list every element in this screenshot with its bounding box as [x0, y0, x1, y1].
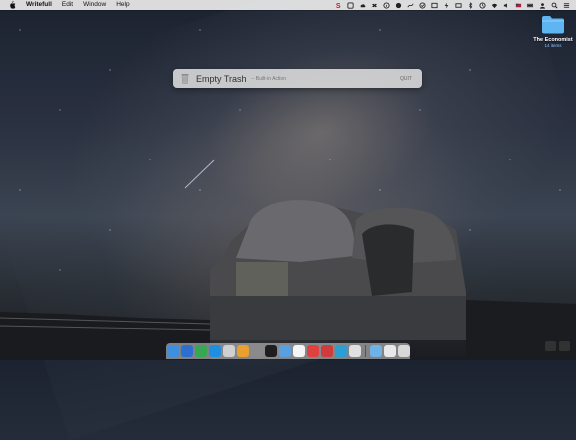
bluetooth-icon[interactable] [467, 1, 474, 9]
app-menu-writefull[interactable]: Writefull [26, 0, 52, 10]
launcher-result-title: Empty Trash [196, 73, 247, 84]
notification-center-icon[interactable] [563, 2, 570, 9]
itunes-icon[interactable] [320, 345, 333, 357]
preferences-icon[interactable] [250, 345, 263, 357]
svg-text:S: S [336, 3, 341, 9]
writefull-icon[interactable] [348, 345, 361, 357]
apple-menu-icon[interactable] [8, 1, 16, 9]
launcher-hint: QUIT [400, 75, 412, 82]
volume-icon[interactable] [503, 2, 510, 9]
trash-dock-icon[interactable] [397, 345, 410, 357]
copy-icon[interactable] [347, 1, 354, 9]
app-store-icon[interactable] [180, 345, 193, 357]
status-icons: S [335, 0, 576, 10]
person-icon[interactable] [559, 341, 570, 351]
launcher-search-bar[interactable]: Empty Trash – Built-in Action QUIT [173, 69, 422, 88]
sublime-icon[interactable] [278, 345, 291, 357]
user-icon[interactable] [539, 2, 546, 9]
dock-separator [364, 345, 366, 357]
menu-edit[interactable]: Edit [62, 0, 73, 10]
terminal-icon[interactable] [264, 345, 277, 357]
messages-icon[interactable] [194, 345, 207, 357]
s-app-icon[interactable]: S [335, 2, 342, 9]
flag-icon[interactable] [515, 2, 522, 9]
corner-controls [545, 341, 570, 351]
cloud-icon[interactable] [359, 2, 366, 9]
wifi-icon[interactable] [491, 2, 498, 9]
time-machine-icon[interactable] [479, 1, 486, 9]
check-circle-icon[interactable] [419, 1, 426, 9]
search-icon[interactable] [551, 2, 558, 9]
menu-help[interactable]: Help [116, 0, 129, 10]
dropbox-icon[interactable] [371, 2, 378, 9]
desktop-folder[interactable]: The Economist 14 items [530, 14, 576, 48]
image-icon[interactable] [431, 2, 438, 9]
script-icon[interactable] [407, 2, 414, 9]
menu-window[interactable]: Window [83, 0, 106, 10]
photos-icon[interactable] [306, 345, 319, 357]
eye-icon[interactable] [395, 2, 402, 9]
desktop-folder-count: 14 items [544, 43, 562, 48]
folder-icon [542, 16, 564, 34]
finder-icon[interactable] [166, 345, 179, 357]
dock [166, 343, 410, 359]
document-icon[interactable] [383, 345, 396, 357]
launcher-result-subtitle: – Built-in Action [251, 75, 286, 82]
safari-icon[interactable] [222, 345, 235, 357]
telegram-icon[interactable] [208, 345, 221, 357]
pause-icon[interactable] [545, 341, 556, 351]
info-icon[interactable] [383, 1, 390, 9]
bolt-icon[interactable] [443, 1, 450, 9]
menu-bar: Writefull Edit Window Help S [0, 0, 576, 10]
downloads-folder-icon[interactable] [369, 345, 382, 357]
battery-icon[interactable] [527, 2, 534, 9]
calendar-icon[interactable] [292, 345, 305, 357]
mail-icon[interactable] [455, 2, 462, 9]
observatory-silhouette [0, 159, 576, 360]
chrome-icon[interactable] [236, 345, 249, 357]
trash-icon [181, 74, 189, 84]
skype-icon[interactable] [334, 345, 347, 357]
